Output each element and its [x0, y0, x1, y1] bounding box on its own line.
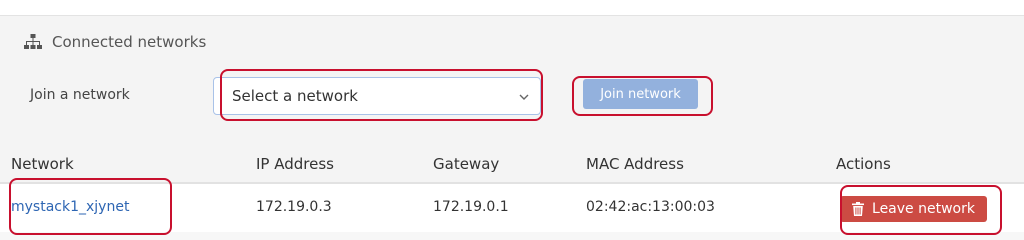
leave-network-label: Leave network	[872, 201, 975, 217]
sitemap-icon	[24, 34, 42, 50]
network-select[interactable]: Select a network	[213, 77, 541, 115]
trash-icon	[852, 202, 865, 216]
top-strip	[0, 0, 1024, 15]
table-footer-strip	[0, 232, 1024, 240]
column-header-gateway: Gateway	[433, 155, 500, 173]
panel-title: Connected networks	[52, 33, 207, 51]
network-select-value: Select a network	[232, 87, 358, 105]
column-header-mac-address: MAC Address	[586, 155, 684, 173]
join-network-button[interactable]: Join network	[583, 79, 698, 109]
chevron-down-icon	[518, 89, 530, 107]
join-network-label: Join a network	[30, 87, 130, 103]
ip-address-cell: 172.19.0.3	[256, 199, 332, 215]
table-header: Network IP Address Gateway MAC Address A…	[0, 144, 1024, 184]
panel-header: Connected networks	[24, 33, 206, 51]
network-name-link[interactable]: mystack1_xjynet	[11, 199, 129, 215]
column-header-actions: Actions	[836, 155, 891, 173]
leave-network-button[interactable]: Leave network	[840, 196, 987, 222]
column-header-network: Network	[11, 155, 74, 173]
gateway-cell: 172.19.0.1	[433, 199, 509, 215]
mac-address-cell: 02:42:ac:13:00:03	[586, 199, 715, 215]
networks-table: Network IP Address Gateway MAC Address A…	[0, 144, 1024, 240]
column-header-ip-address: IP Address	[256, 155, 334, 173]
